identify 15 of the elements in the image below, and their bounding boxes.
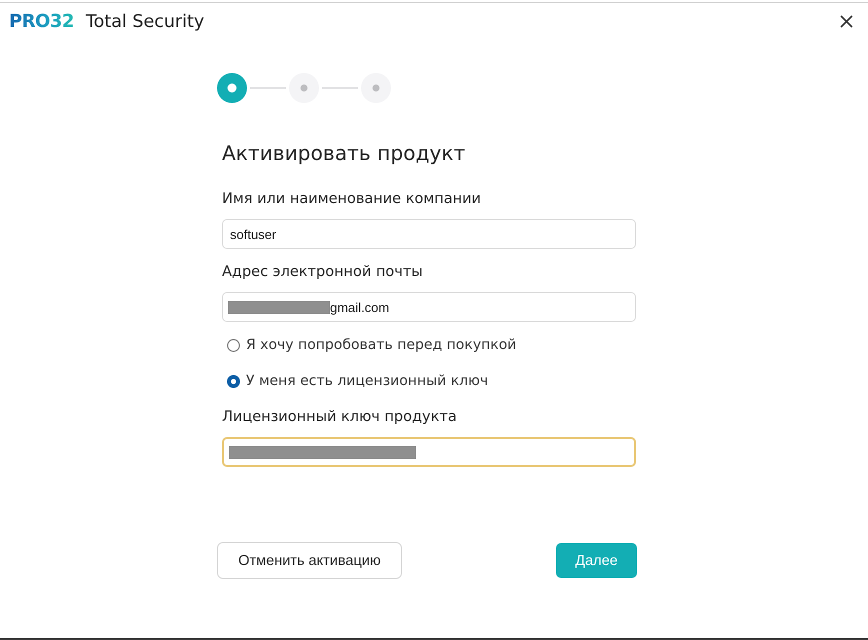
close-button[interactable] <box>840 15 853 28</box>
form-heading: Активировать продукт <box>222 141 466 165</box>
cancel-activation-button[interactable]: Отменить активацию <box>217 542 402 579</box>
field-label: Адрес электронной почты <box>222 263 424 282</box>
company-name-field[interactable]: softuser <box>222 219 636 249</box>
radio-label[interactable]: Я хочу попробовать перед покупкой <box>246 335 516 355</box>
radio-button[interactable] <box>227 374 240 388</box>
radio-label[interactable]: У меня есть лицензионный ключ <box>246 371 488 391</box>
license-key-field[interactable] <box>222 437 636 467</box>
field-label: Имя или наименование компании <box>222 190 482 209</box>
radio-button[interactable] <box>227 338 240 352</box>
field-label: Лицензионный ключ продукта <box>222 408 458 427</box>
close-icon <box>840 15 853 28</box>
email-field[interactable]: gmail.com <box>222 292 636 322</box>
window-title: Total Security <box>86 10 204 32</box>
